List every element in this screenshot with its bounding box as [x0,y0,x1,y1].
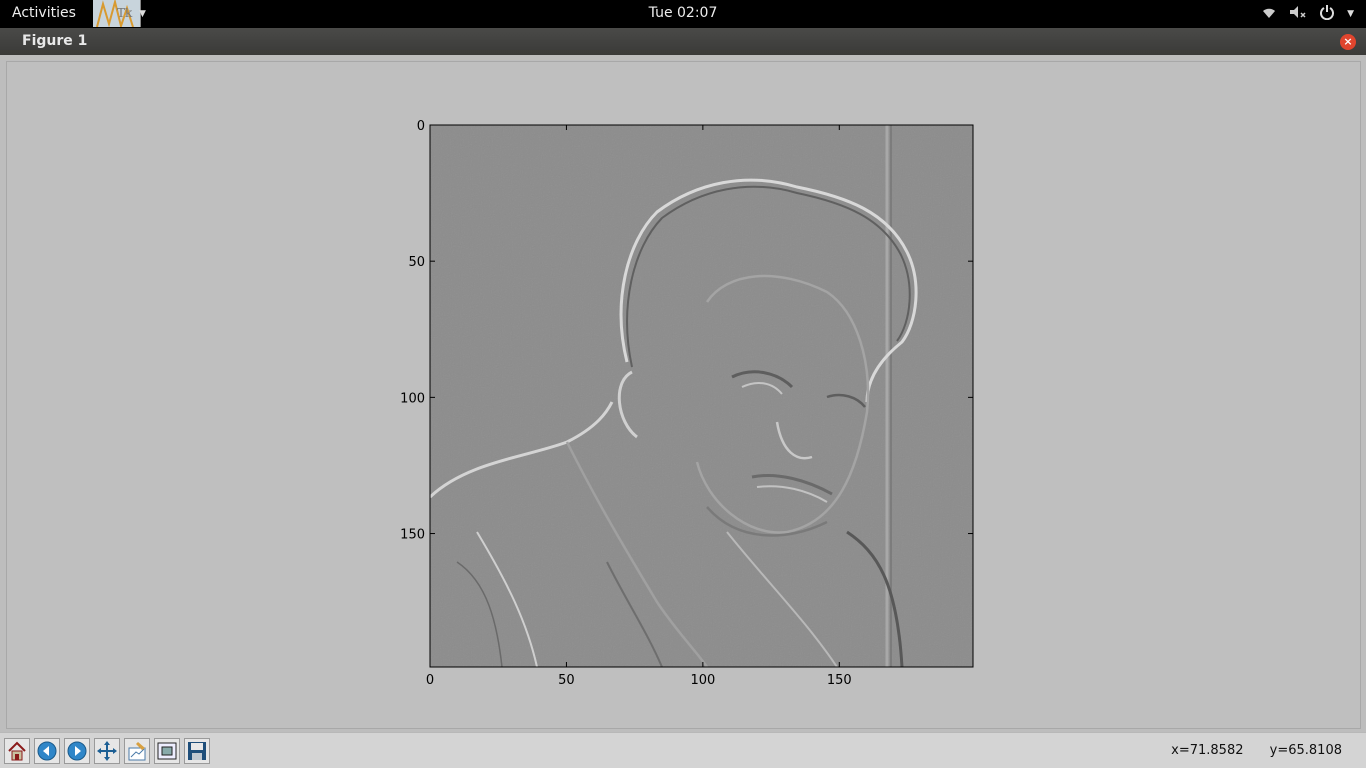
x-tick-label: 50 [558,673,575,688]
configure-subplots-icon [128,742,146,761]
window-title-bar[interactable]: Figure 1 × [0,28,1366,55]
forward-icon [67,741,87,761]
home-icon [8,741,26,761]
save-icon [188,742,206,760]
window-title: Figure 1 [22,33,88,49]
home-button[interactable] [4,738,30,764]
image-axes [430,125,973,667]
system-top-bar: Activities Tk ▼ Tue 02:07 ▼ [0,0,1366,28]
close-button[interactable]: × [1340,34,1356,50]
y-coordinate-readout: y=65.8108 [1269,743,1342,758]
x-coordinate-readout: x=71.8582 [1171,743,1244,758]
cursor-coordinates: x=71.8582 y=65.8108 [1149,743,1342,758]
navigation-toolbar: x=71.8582 y=65.8108 [0,732,1366,768]
plot-svg: 0 50 100 150 0 50 100 150 [400,119,974,688]
clock[interactable]: Tue 02:07 [0,5,1366,21]
forward-button[interactable] [64,738,90,764]
pan-icon [97,741,117,761]
pan-button[interactable] [94,738,120,764]
x-tick-label: 100 [690,673,715,688]
x-tick-label: 0 [426,673,434,688]
y-tick-label: 150 [400,528,425,543]
zoom-to-rect-icon [157,742,177,760]
y-tick-label: 50 [408,255,425,270]
volume-muted-icon[interactable] [1289,5,1307,23]
x-tick-label: 150 [827,673,852,688]
system-tray[interactable]: ▼ [1261,4,1354,24]
configure-subplots-button[interactable] [124,738,150,764]
y-tick-label: 0 [417,119,425,134]
save-button[interactable] [184,738,210,764]
zoom-to-rect-button[interactable] [154,738,180,764]
power-icon[interactable] [1319,4,1335,24]
figure-canvas[interactable]: 0 50 100 150 0 50 100 150 [6,61,1361,729]
y-tick-label: 100 [400,391,425,406]
back-button[interactable] [34,738,60,764]
chevron-down-icon[interactable]: ▼ [1347,9,1354,19]
wifi-icon[interactable] [1261,5,1277,23]
back-icon [37,741,57,761]
